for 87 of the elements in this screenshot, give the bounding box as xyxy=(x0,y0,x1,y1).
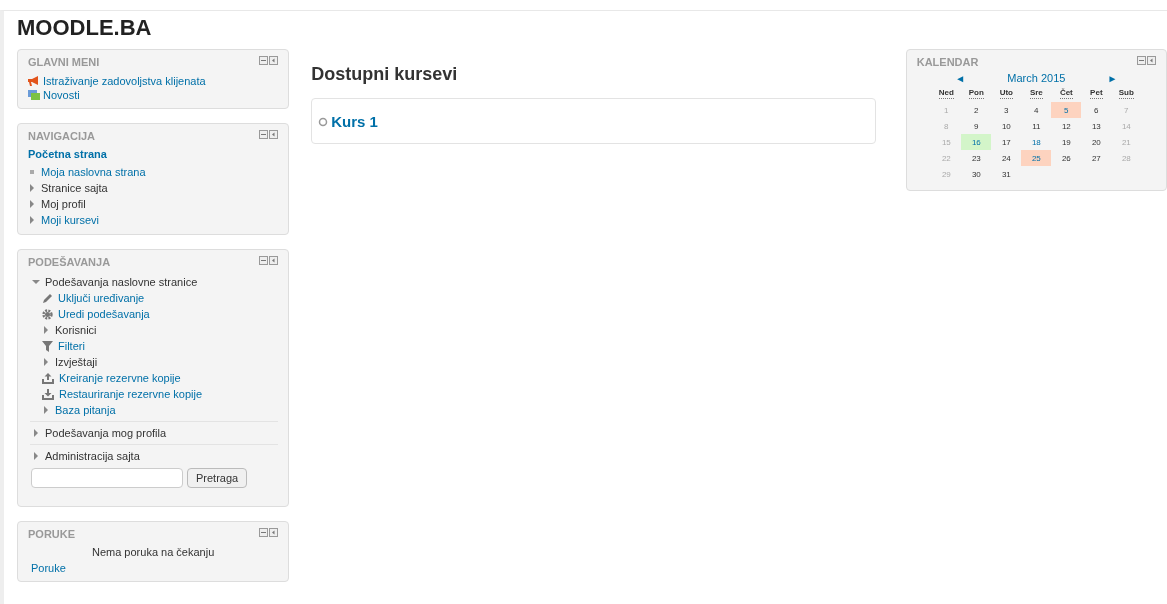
collapsed-triangle-icon[interactable] xyxy=(32,429,40,437)
weekday-header: Sre xyxy=(1029,88,1043,99)
calendar-day[interactable]: 27 xyxy=(1081,150,1112,166)
dock-icon[interactable] xyxy=(269,528,279,537)
site-name[interactable]: MOODLE.BA xyxy=(4,11,1167,49)
calendar-day[interactable]: 3 xyxy=(991,102,1022,118)
calendar-day[interactable]: 17 xyxy=(991,134,1022,150)
calendar-day[interactable]: 6 xyxy=(1081,102,1112,118)
nav-link[interactable]: Uključi uređivanje xyxy=(58,291,145,305)
menu-link[interactable]: Istraživanje zadovoljstva klijenata xyxy=(43,74,206,88)
calendar-day[interactable]: 4 xyxy=(1021,102,1052,118)
calendar-day[interactable]: 23 xyxy=(961,150,992,166)
dock-icon[interactable] xyxy=(269,56,279,65)
weekday-header: Uto xyxy=(999,88,1013,99)
weekday-header: Čet xyxy=(1059,88,1073,99)
pencil-icon xyxy=(42,292,53,304)
calendar-day[interactable]: 24 xyxy=(991,150,1022,166)
filter-icon xyxy=(42,340,53,352)
dock-icon[interactable] xyxy=(1147,56,1156,65)
dock-icon[interactable] xyxy=(269,256,279,265)
collapsed-triangle-icon[interactable] xyxy=(42,406,50,414)
block-title: KALENDAR xyxy=(916,56,979,69)
collapsed-triangle-icon[interactable] xyxy=(32,452,40,460)
minimize-icon[interactable] xyxy=(259,130,269,139)
calendar-day[interactable]: 16 xyxy=(961,134,992,150)
calendar-day[interactable]: 25 xyxy=(1021,150,1052,166)
search-field[interactable] xyxy=(31,468,183,488)
nav-item[interactable]: Stranice sajta xyxy=(41,181,108,195)
megaphone-icon xyxy=(28,75,40,87)
calendar-day[interactable]: 13 xyxy=(1081,118,1112,134)
weekday-header: Pon xyxy=(968,88,984,99)
next-month-button[interactable]: ► xyxy=(1107,72,1118,85)
weekday-header: Ned xyxy=(938,88,954,99)
minimize-icon[interactable] xyxy=(259,256,269,265)
gear-icon xyxy=(42,308,53,320)
calendar-day[interactable]: 19 xyxy=(1051,134,1082,150)
home-link[interactable]: Početna strana xyxy=(28,148,279,164)
nav-link[interactable]: Filteri xyxy=(58,339,85,353)
nav-item[interactable]: Moj profil xyxy=(41,197,86,211)
upload-icon xyxy=(42,372,54,384)
calendar-day[interactable]: 10 xyxy=(991,118,1022,134)
calendar-day[interactable]: 12 xyxy=(1051,118,1082,134)
nav-link[interactable]: Uredi podešavanja xyxy=(58,307,150,321)
messages-text: Nema poruka na čekanju xyxy=(90,546,216,559)
nav-item[interactable]: Podešavanja naslovne stranice xyxy=(45,275,198,289)
block-title: PODEŠAVANJA xyxy=(28,256,111,269)
calendar-day[interactable]: 26 xyxy=(1051,150,1082,166)
calendar-day[interactable]: 31 xyxy=(991,166,1022,182)
collapsed-triangle-icon[interactable] xyxy=(42,358,50,366)
nav-item[interactable]: Izvještaji xyxy=(55,355,98,369)
calendar-day[interactable]: 5 xyxy=(1051,102,1082,118)
chat-icon xyxy=(28,89,40,101)
expanded-triangle-icon[interactable] xyxy=(32,278,40,286)
weekday-header: Sub xyxy=(1118,88,1134,99)
nav-item[interactable]: Administracija sajta xyxy=(45,449,140,463)
calendar-day[interactable]: 18 xyxy=(1021,134,1052,150)
nav-item[interactable]: Korisnici xyxy=(55,323,97,337)
calendar-day[interactable]: 20 xyxy=(1081,134,1112,150)
calendar-day[interactable]: 11 xyxy=(1021,118,1052,134)
previous-month-button[interactable]: ◄ xyxy=(955,72,966,85)
block-title: GLAVNI MENI xyxy=(28,56,100,69)
block-title: NAVIGACIJA xyxy=(28,130,96,143)
dock-icon[interactable] xyxy=(269,130,279,139)
minimize-icon[interactable] xyxy=(259,56,269,65)
calendar-day[interactable]: 9 xyxy=(961,118,992,134)
nav-link[interactable]: Kreiranje rezervne kopije xyxy=(59,371,181,385)
download-icon xyxy=(42,388,54,400)
nav-link[interactable]: Moji kursevi xyxy=(41,213,100,227)
nav-item[interactable]: Podešavanja mog profila xyxy=(45,426,167,440)
page-heading: Dostupni kursevi xyxy=(311,63,459,86)
weekday-header: Pet xyxy=(1090,88,1103,99)
calendar-day[interactable]: 2 xyxy=(961,102,992,118)
course-link[interactable]: Kurs 1 xyxy=(331,111,378,134)
search-button[interactable]: Pretraga xyxy=(187,468,248,488)
minimize-icon[interactable] xyxy=(1137,56,1146,65)
month-title: March 2015 xyxy=(1007,72,1066,85)
bullet-icon xyxy=(28,168,36,176)
nav-link[interactable]: Baza pitanja xyxy=(55,403,116,417)
nav-link[interactable]: Restauriranje rezervne kopije xyxy=(59,387,203,401)
calendar-day[interactable]: 30 xyxy=(961,166,992,182)
block-title: PORUKE xyxy=(28,528,76,541)
nav-link[interactable]: Moja naslovna strana xyxy=(41,165,146,179)
messages-link[interactable]: Poruke xyxy=(31,562,279,575)
minimize-icon[interactable] xyxy=(259,528,269,537)
menu-link[interactable]: Novosti xyxy=(43,88,80,102)
collapsed-triangle-icon[interactable] xyxy=(42,326,50,334)
course-icon xyxy=(318,117,329,128)
